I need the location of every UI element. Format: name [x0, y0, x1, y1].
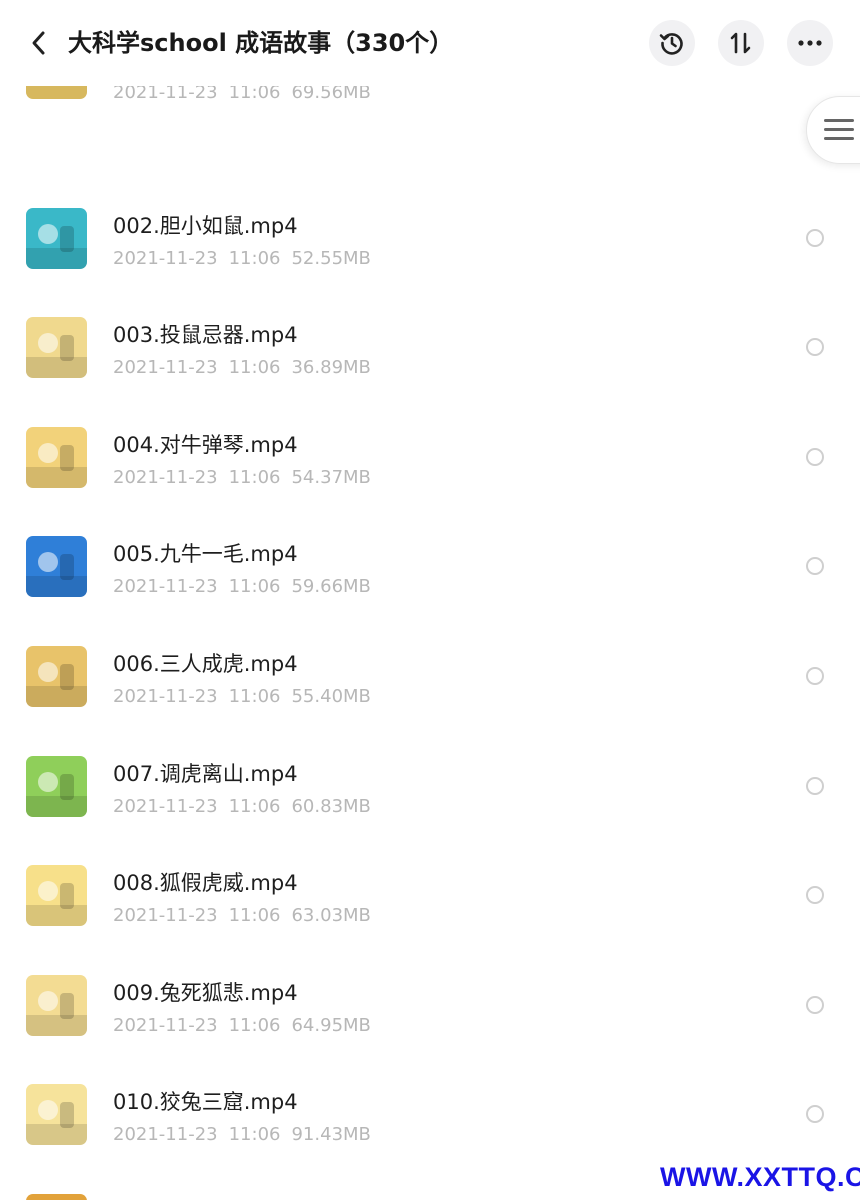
select-radio[interactable] — [806, 447, 824, 466]
file-meta: 2021-11-23 11:06 60.83MB — [113, 796, 382, 817]
chevron-left-icon — [32, 31, 45, 55]
select-radio[interactable] — [806, 886, 824, 905]
file-name: 003.投鼠忌器.mp4 — [113, 323, 298, 348]
file-row[interactable]: 007.调虎离山.mp4 2021-11-23 11:06 60.83MB — [0, 712, 860, 822]
video-thumbnail — [26, 755, 87, 817]
file-name: 010.狡兔三窟.mp4 — [113, 1090, 298, 1115]
file-name: 004.对牛弹琴.mp4 — [113, 432, 298, 457]
file-size: 52.55MB — [291, 247, 371, 269]
file-date: 2021-11-23 — [113, 576, 218, 598]
file-time: 11:06 — [228, 576, 281, 598]
file-size: 91.43MB — [291, 1124, 371, 1146]
file-name: 011.守株待兔.mp4 — [113, 1196, 298, 1200]
file-name: 007.调虎离山.mp4 — [113, 761, 298, 786]
file-list-page: 2021-11-23 11:06 69.56MB 002.胆小如鼠.mp4 2021-1… — [0, 0, 860, 1200]
file-date: 2021-11-23 — [113, 247, 218, 269]
file-size: 63.03MB — [291, 905, 371, 927]
video-thumbnail — [26, 426, 87, 488]
more-icon — [798, 40, 822, 46]
file-meta: 2021-11-23 11:06 91.43MB — [113, 1124, 382, 1145]
file-time: 11:06 — [228, 247, 281, 269]
video-thumbnail — [26, 646, 87, 707]
select-radio[interactable] — [806, 1105, 824, 1124]
file-size: 36.89MB — [291, 357, 371, 379]
file-row[interactable]: 003.投鼠忌器.mp4 2021-11-23 11:06 36.89MB — [0, 273, 860, 383]
file-time: 11:06 — [228, 686, 281, 707]
file-meta: 2021-11-23 11:06 64.95MB — [113, 1015, 382, 1036]
file-name: 002.胆小如鼠.mp4 — [113, 213, 298, 238]
file-time: 11:06 — [228, 905, 281, 927]
file-row[interactable]: 002.胆小如鼠.mp4 2021-11-23 11:06 52.55MB — [0, 164, 860, 274]
file-size: 55.40MB — [291, 686, 371, 707]
file-size: 60.83MB — [291, 795, 371, 817]
file-size: 54.37MB — [291, 466, 371, 488]
file-meta: 2021-11-23 11:06 59.66MB — [113, 576, 382, 597]
top-bar: 大科学school 成语故事（330个） — [0, 0, 860, 86]
file-name: 008.狐假虎威.mp4 — [113, 871, 298, 896]
select-radio[interactable] — [806, 995, 824, 1014]
file-name: 006.三人成虎.mp4 — [113, 652, 298, 676]
file-meta: 2021-11-23 11:06 63.03MB — [113, 905, 382, 926]
file-meta: 2021-11-23 11:06 52.55MB — [113, 248, 382, 269]
history-icon — [659, 33, 683, 55]
more-button[interactable] — [787, 20, 833, 66]
file-meta: 2021-11-23 11:06 55.40MB — [113, 686, 382, 707]
file-name: 009.兔死狐悲.mp4 — [113, 980, 298, 1005]
video-thumbnail — [26, 974, 87, 1036]
file-size: 59.66MB — [291, 576, 371, 598]
video-thumbnail — [26, 207, 87, 269]
back-button[interactable] — [22, 26, 56, 60]
file-meta: 2021-11-23 11:06 36.89MB — [113, 357, 382, 378]
file-time: 11:06 — [228, 1014, 281, 1036]
sort-icon — [730, 32, 751, 54]
select-radio[interactable] — [806, 667, 824, 685]
file-row[interactable]: 009.兔死狐悲.mp4 2021-11-23 11:06 64.95MB — [0, 931, 860, 1041]
page-title: 大科学school 成语故事（330个） — [68, 29, 454, 57]
select-radio[interactable] — [806, 557, 824, 576]
file-row[interactable]: 010.狡兔三窟.mp4 2021-11-23 11:06 91.43MB — [0, 1040, 860, 1150]
file-date: 2021-11-23 — [113, 466, 218, 488]
file-date: 2021-11-23 — [113, 686, 218, 707]
select-radio[interactable] — [806, 228, 824, 247]
file-date: 2021-11-23 — [113, 357, 218, 379]
menu-icon — [824, 119, 854, 122]
video-thumbnail — [26, 865, 87, 927]
file-row[interactable]: 004.对牛弹琴.mp4 2021-11-23 11:06 54.37MB — [0, 383, 860, 493]
file-row[interactable]: 005.九牛一毛.mp4 2021-11-23 11:06 59.66MB — [0, 492, 860, 602]
file-date: 2021-11-23 — [113, 905, 218, 927]
file-time: 11:06 — [228, 795, 281, 817]
select-radio[interactable] — [806, 338, 824, 357]
file-row[interactable]: 008.狐假虎威.mp4 2021-11-23 11:06 63.03MB — [0, 821, 860, 931]
file-size: 64.95MB — [291, 1014, 371, 1036]
video-thumbnail — [26, 317, 87, 379]
sort-button[interactable] — [718, 20, 764, 66]
file-date: 2021-11-23 — [113, 795, 218, 817]
file-meta: 2021-11-23 11:06 54.37MB — [113, 467, 382, 488]
video-thumbnail — [26, 1084, 87, 1146]
history-button[interactable] — [649, 20, 695, 66]
watermark: WWW.XXTTQ.COM — [660, 1162, 860, 1192]
file-time: 11:06 — [228, 466, 281, 488]
file-date: 2021-11-23 — [113, 1124, 218, 1146]
file-row[interactable]: 006.三人成虎.mp4 2021-11-23 11:06 55.40MB — [0, 602, 860, 712]
video-thumbnail — [26, 536, 87, 598]
file-time: 11:06 — [228, 357, 281, 379]
video-thumbnail — [26, 1194, 87, 1200]
select-radio[interactable] — [806, 776, 824, 795]
file-name: 005.九牛一毛.mp4 — [113, 542, 298, 567]
file-time: 11:06 — [228, 1124, 281, 1146]
file-date: 2021-11-23 — [113, 1014, 218, 1036]
